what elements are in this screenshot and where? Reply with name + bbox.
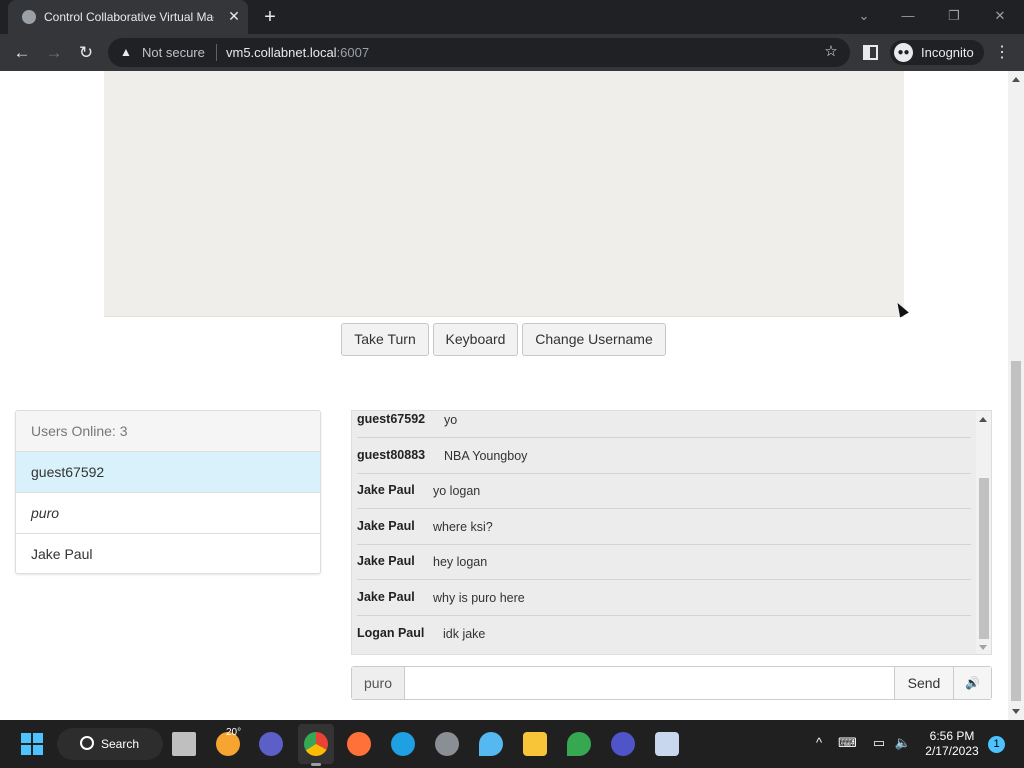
chat-message: Jake Paul yo logan [357, 473, 971, 509]
incognito-badge[interactable]: ●● Incognito [890, 40, 984, 65]
search-icon [80, 736, 94, 750]
close-window-icon[interactable]: ✕ [988, 6, 1012, 26]
firefox-icon[interactable] [347, 732, 371, 756]
new-tab-button[interactable]: + [258, 5, 282, 29]
edge-icon[interactable] [391, 732, 415, 756]
keyboard-icon[interactable]: ⌨ [838, 734, 857, 752]
scrollbar-thumb[interactable] [979, 478, 989, 639]
browser-tab[interactable]: Control Collaborative Virtual Machine ✕ [8, 0, 248, 34]
user-list-item[interactable]: puro [16, 493, 320, 534]
chat-username: Jake Paul [357, 519, 415, 533]
incognito-icon: ●● [894, 43, 913, 62]
chat-text: yo logan [433, 484, 481, 498]
running-indicator [311, 763, 321, 766]
current-username: puro [352, 667, 405, 699]
change-username-button[interactable]: Change Username [522, 323, 666, 356]
chat-message: guest80883 NBA Youngboy [357, 438, 971, 474]
scroll-down-icon[interactable] [1012, 709, 1020, 714]
green-drop-icon[interactable] [567, 732, 591, 756]
notification-badge[interactable]: 1 [988, 736, 1005, 753]
chat-username: guest67592 [357, 412, 426, 426]
chat-username: Jake Paul [357, 590, 415, 604]
warning-icon: ▲ [120, 45, 132, 59]
chat-text: hey logan [433, 555, 488, 569]
forward-button[interactable]: → [42, 41, 66, 65]
side-panel-icon[interactable] [863, 45, 878, 60]
divider [216, 44, 217, 61]
chat-log[interactable]: guest67592 yo guest80883 NBA Youngboy Ja… [351, 410, 992, 655]
chat-username: guest80883 [357, 448, 426, 462]
tab-search-icon[interactable]: ⌄ [852, 6, 876, 26]
windows-start-icon[interactable] [21, 733, 43, 755]
chat-message: guest67592 yo [357, 411, 971, 438]
user-list-item[interactable]: guest67592 [16, 452, 320, 493]
vm-display[interactable] [104, 71, 904, 317]
tab-title: Control Collaborative Virtual Machine [44, 10, 214, 24]
globe-icon [22, 10, 36, 24]
chat-username: Jake Paul [357, 554, 415, 568]
chat-input-group: puro Send 🔊 [351, 666, 992, 700]
chat-text: yo [444, 413, 458, 427]
scroll-up-icon[interactable] [1012, 77, 1020, 82]
speaker-icon[interactable]: 🔈 [894, 734, 912, 752]
security-label[interactable]: Not secure [142, 45, 205, 60]
chat-app-icon[interactable] [259, 732, 283, 756]
page-content: Take Turn Keyboard Change Username Users… [0, 71, 1024, 720]
chat-message: Jake Paul where ksi? [357, 509, 971, 545]
scroll-up-icon[interactable] [979, 417, 987, 422]
clock[interactable]: 6:56 PM 2/17/2023 [920, 729, 984, 759]
take-turn-button[interactable]: Take Turn [341, 323, 429, 356]
chrome-icon[interactable] [304, 732, 328, 756]
weather-temperature: 20° [226, 727, 242, 738]
photos-icon[interactable] [655, 732, 679, 756]
chat-scrollbar[interactable] [976, 411, 991, 654]
users-online-panel: Users Online: 3 guest67592 puro Jake Pau… [15, 410, 321, 574]
restore-icon[interactable]: ❐ [942, 6, 966, 26]
scrollbar-thumb[interactable] [1011, 361, 1021, 701]
chat-input[interactable] [406, 667, 894, 699]
volume-icon[interactable]: 🔊 [953, 667, 991, 699]
task-view-icon[interactable] [172, 732, 196, 756]
app-gear-icon[interactable] [611, 732, 635, 756]
chat-message: Logan Paul idk jake [357, 616, 971, 652]
browser-tab-bar: Control Collaborative Virtual Machine ✕ … [0, 0, 1024, 34]
taskbar-search[interactable]: Search [57, 728, 163, 760]
url-port: :6007 [336, 45, 370, 60]
keyboard-button[interactable]: Keyboard [433, 323, 518, 356]
address-bar[interactable]: ▲ Not secure vm5.collabnet.local:6007 ☆ [108, 38, 850, 67]
scroll-down-icon[interactable] [979, 645, 987, 650]
reload-button[interactable]: ↻ [74, 41, 98, 65]
user-list-item[interactable]: Jake Paul [16, 534, 320, 573]
minimize-icon[interactable]: — [896, 6, 920, 26]
url-text[interactable]: vm5.collabnet.local:6007 [226, 45, 369, 60]
chat-text: where ksi? [433, 520, 493, 534]
chat-text: why is puro here [433, 591, 525, 605]
page-scrollbar[interactable] [1008, 71, 1024, 720]
chat-text: NBA Youngboy [444, 449, 528, 463]
taskbar: Search 20° ^ ⌨ ▭ 🔈 6:56 PM 2/17/2023 1 [0, 720, 1024, 768]
chat-message: Jake Paul hey logan [357, 544, 971, 580]
clock-time: 6:56 PM [929, 729, 975, 743]
search-label: Search [101, 737, 140, 751]
close-tab-icon[interactable]: ✕ [226, 8, 242, 24]
water-drop-icon[interactable] [479, 732, 503, 756]
show-hidden-icons-icon[interactable]: ^ [810, 734, 828, 752]
url-host: vm5.collabnet.local [226, 45, 337, 60]
chat-text: idk jake [443, 627, 486, 641]
settings-gear-icon[interactable] [435, 732, 459, 756]
chat-username: Logan Paul [357, 626, 425, 640]
bookmark-star-icon[interactable]: ☆ [822, 43, 840, 61]
back-button[interactable]: ← [10, 41, 34, 65]
file-explorer-icon[interactable] [523, 732, 547, 756]
browser-menu-icon[interactable]: ⋮ [994, 41, 1010, 65]
chat-message: Jake Paul why is puro here [357, 580, 971, 616]
incognito-label: Incognito [921, 45, 974, 60]
network-icon[interactable]: ▭ [870, 734, 888, 752]
users-online-header: Users Online: 3 [16, 411, 320, 452]
clock-date: 2/17/2023 [925, 744, 979, 758]
chat-username: Jake Paul [357, 483, 415, 497]
send-button[interactable]: Send [894, 667, 953, 699]
browser-toolbar: ← → ↻ ▲ Not secure vm5.collabnet.local:6… [0, 34, 1024, 71]
